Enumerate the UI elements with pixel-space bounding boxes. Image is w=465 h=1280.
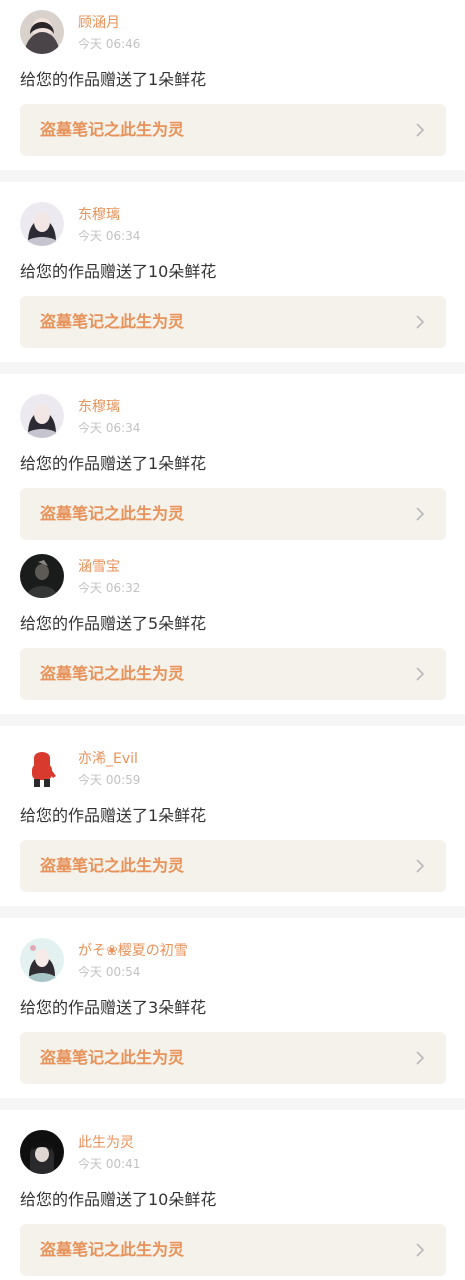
work-card[interactable]: 盗墓笔记之此生为灵 (20, 648, 446, 700)
gift-message: 给您的作品赠送了10朵鲜花 (20, 262, 217, 281)
work-card[interactable]: 盗墓笔记之此生为灵 (20, 488, 446, 540)
gift-record-item: 涵雪宝 今天 06:32 给您的作品赠送了5朵鲜花 盗墓笔记之此生为灵 (0, 544, 465, 702)
avatar[interactable] (20, 10, 64, 54)
timestamp: 今天 00:54 (78, 965, 141, 979)
work-title: 盗墓笔记之此生为灵 (40, 504, 185, 523)
work-title: 盗墓笔记之此生为灵 (40, 856, 185, 875)
user-name[interactable]: がそ❀樱夏の初雪 (78, 942, 188, 960)
timestamp: 今天 06:32 (78, 581, 141, 595)
gift-message: 给您的作品赠送了1朵鲜花 (20, 454, 207, 473)
work-card[interactable]: 盗墓笔记之此生为灵 (20, 104, 446, 156)
section-separator (0, 906, 465, 918)
work-title: 盗墓笔记之此生为灵 (40, 120, 185, 139)
gift-message: 给您的作品赠送了5朵鲜花 (20, 614, 207, 633)
gift-message: 给您的作品赠送了1朵鲜花 (20, 806, 207, 825)
section-separator (0, 1098, 465, 1110)
chevron-right-icon (416, 123, 425, 137)
gift-message: 给您的作品赠送了1朵鲜花 (20, 70, 207, 89)
avatar[interactable] (20, 202, 64, 246)
work-title: 盗墓笔记之此生为灵 (40, 312, 185, 331)
gift-message: 给您的作品赠送了10朵鲜花 (20, 1190, 217, 1209)
gift-record-item: 此生为灵 今天 00:41 给您的作品赠送了10朵鲜花 盗墓笔记之此生为灵 (0, 1120, 465, 1278)
user-name[interactable]: 此生为灵 (78, 1134, 134, 1152)
section-separator (0, 362, 465, 374)
chevron-right-icon (416, 667, 425, 681)
timestamp: 今天 06:34 (78, 229, 141, 243)
gift-record-item: 顾涵月 今天 06:46 给您的作品赠送了1朵鲜花 盗墓笔记之此生为灵 (0, 0, 465, 158)
avatar[interactable] (20, 746, 64, 790)
work-card[interactable]: 盗墓笔记之此生为灵 (20, 840, 446, 892)
gift-record-item: 东穆璃 今天 06:34 给您的作品赠送了10朵鲜花 盗墓笔记之此生为灵 (0, 192, 465, 350)
user-name[interactable]: 东穆璃 (78, 398, 120, 416)
timestamp: 今天 00:41 (78, 1157, 141, 1171)
section-separator (0, 714, 465, 726)
work-card[interactable]: 盗墓笔记之此生为灵 (20, 1032, 446, 1084)
chevron-right-icon (416, 315, 425, 329)
user-name[interactable]: 涵雪宝 (78, 558, 120, 576)
avatar[interactable] (20, 394, 64, 438)
avatar[interactable] (20, 554, 64, 598)
chevron-right-icon (416, 859, 425, 873)
work-title: 盗墓笔记之此生为灵 (40, 1048, 185, 1067)
work-card[interactable]: 盗墓笔记之此生为灵 (20, 1224, 446, 1276)
avatar[interactable] (20, 938, 64, 982)
timestamp: 今天 06:34 (78, 421, 141, 435)
timestamp: 今天 00:59 (78, 773, 141, 787)
chevron-right-icon (416, 1051, 425, 1065)
section-separator (0, 170, 465, 182)
gift-record-item: 亦浠_Evil 今天 00:59 给您的作品赠送了1朵鲜花 盗墓笔记之此生为灵 (0, 736, 465, 894)
timestamp: 今天 06:46 (78, 37, 141, 51)
work-card[interactable]: 盗墓笔记之此生为灵 (20, 296, 446, 348)
gift-message: 给您的作品赠送了3朵鲜花 (20, 998, 207, 1017)
work-title: 盗墓笔记之此生为灵 (40, 1240, 185, 1259)
user-name[interactable]: 亦浠_Evil (78, 750, 138, 768)
work-title: 盗墓笔记之此生为灵 (40, 664, 185, 683)
gift-record-item: 东穆璃 今天 06:34 给您的作品赠送了1朵鲜花 盗墓笔记之此生为灵 (0, 384, 465, 542)
avatar[interactable] (20, 1130, 64, 1174)
gift-record-item: がそ❀樱夏の初雪 今天 00:54 给您的作品赠送了3朵鲜花 盗墓笔记之此生为灵 (0, 928, 465, 1086)
user-name[interactable]: 东穆璃 (78, 206, 120, 224)
chevron-right-icon (416, 1243, 425, 1257)
chevron-right-icon (416, 507, 425, 521)
user-name[interactable]: 顾涵月 (78, 14, 120, 32)
